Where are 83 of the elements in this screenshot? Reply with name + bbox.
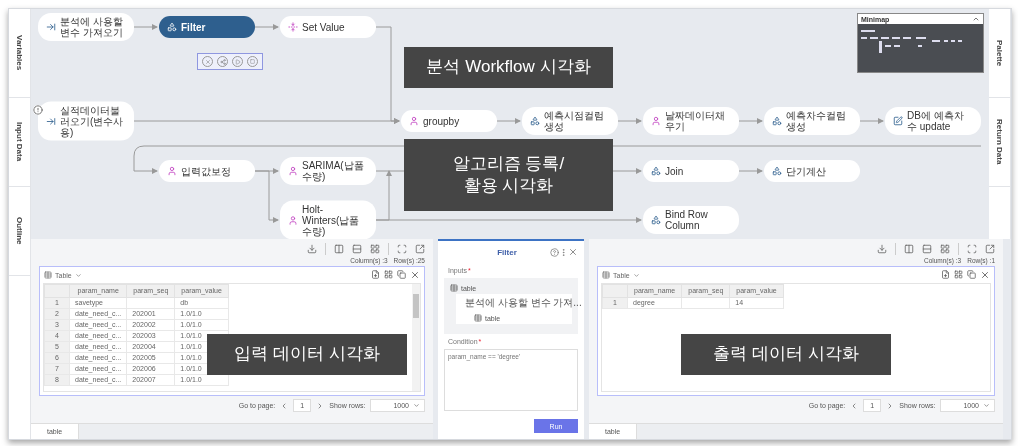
caret-icon[interactable] [74, 271, 82, 279]
workflow-node[interactable]: 분석에 사용할 변수 가져오기 [38, 13, 134, 41]
panel-title: Filter [496, 247, 518, 257]
caret-icon[interactable] [632, 271, 640, 279]
more-icon[interactable] [559, 247, 568, 257]
close-icon[interactable] [568, 247, 578, 257]
copy-icon[interactable] [967, 270, 976, 279]
shapes-icon [651, 215, 661, 225]
workflow-node[interactable]: 예측차수컬럼 생성 [764, 107, 860, 135]
grid-layout-icon[interactable] [370, 244, 380, 254]
connector-line [254, 24, 279, 30]
shapes-icon [167, 22, 177, 32]
copy-icon[interactable] [397, 270, 406, 279]
file-plus-icon[interactable] [941, 270, 950, 279]
connector-line [617, 118, 642, 124]
arrow-into-bar-icon [46, 22, 56, 32]
workflow-node[interactable]: 단기계산 [764, 160, 860, 182]
workflow-node[interactable]: 예측시점컬럼생성 [522, 107, 618, 135]
fold-icon [288, 22, 298, 32]
caret-icon[interactable] [983, 402, 990, 409]
connector-line [738, 118, 763, 124]
fullscreen-icon[interactable] [967, 244, 977, 254]
pen-square-icon [893, 116, 903, 126]
shapes-icon [772, 116, 782, 126]
person-icon [288, 166, 298, 176]
external-link-icon[interactable] [415, 244, 425, 254]
side-tab[interactable]: Variables [9, 9, 30, 98]
shapes-icon [772, 166, 782, 176]
grid-icon[interactable] [384, 270, 393, 279]
fullscreen-icon[interactable] [397, 244, 407, 254]
grid-layout-icon[interactable] [940, 244, 950, 254]
rows-layout-icon[interactable] [352, 244, 362, 254]
person-icon [409, 116, 419, 126]
arrow-into-bar-icon [46, 116, 56, 126]
tree-item[interactable]: 분석에 사용할 변수 가져... [465, 296, 582, 310]
caption-label: 분석 Workflow 시각화 [404, 47, 613, 88]
close-icon[interactable] [980, 270, 990, 280]
workflow-node[interactable]: 실적데이터불러오기(변수사용) [38, 101, 134, 141]
caption-label: 입력 데이터 시각화 [207, 334, 407, 375]
shapes-icon [530, 116, 540, 126]
workflow-node[interactable]: 입력값보정 [159, 160, 255, 182]
stop-icon[interactable] [247, 56, 258, 67]
workflow-node[interactable]: Holt-Winters(납품수량) [280, 200, 376, 239]
workflow-node[interactable]: Bind Row Column [643, 206, 739, 234]
help-icon[interactable] [550, 247, 559, 257]
workflow-node[interactable]: Set Value [280, 16, 376, 38]
rows-layout-icon[interactable] [922, 244, 932, 254]
shapes-icon [651, 166, 661, 176]
person-icon [651, 116, 661, 126]
side-tab[interactable]: Outline [9, 187, 30, 276]
workflow-node[interactable]: DB에 예측차수 update [885, 107, 981, 135]
caret-icon[interactable] [413, 402, 420, 409]
table-icon [44, 271, 52, 279]
workflow-node[interactable]: 날짜데이터채우기 [643, 107, 739, 135]
download-icon[interactable] [307, 244, 317, 254]
table-icon [450, 284, 458, 292]
table-icon [474, 314, 482, 322]
columns-layout-icon[interactable] [904, 244, 914, 254]
workflow-node[interactable]: SARIMA(납품수량) [280, 157, 376, 185]
alert-icon [33, 105, 43, 115]
workflow-node[interactable]: Join [643, 160, 739, 182]
workflow-node[interactable]: groupby [401, 110, 497, 132]
download-icon[interactable] [877, 244, 887, 254]
caption-label: 알고리즘 등록/ 활용 시각화 [404, 139, 613, 211]
workflow-node[interactable]: Filter [159, 16, 255, 38]
grid-icon[interactable] [954, 270, 963, 279]
side-tab[interactable]: Palette [989, 9, 1010, 98]
caption-label: 출력 데이터 시각화 [681, 334, 891, 375]
person-icon [288, 215, 298, 225]
connector-line [133, 24, 158, 30]
table-icon [602, 271, 610, 279]
share-icon[interactable] [217, 56, 228, 67]
external-link-icon[interactable] [985, 244, 995, 254]
side-tab[interactable]: Return Data [989, 98, 1010, 187]
connector-line [859, 118, 884, 124]
close-icon[interactable] [410, 270, 420, 280]
person-icon [167, 166, 177, 176]
columns-layout-icon[interactable] [334, 244, 344, 254]
connector-line [496, 118, 521, 124]
scrollbar[interactable] [412, 284, 420, 391]
side-tab[interactable]: Input Data [9, 98, 30, 187]
file-plus-icon[interactable] [371, 270, 380, 279]
collapse-icon[interactable] [972, 15, 980, 23]
